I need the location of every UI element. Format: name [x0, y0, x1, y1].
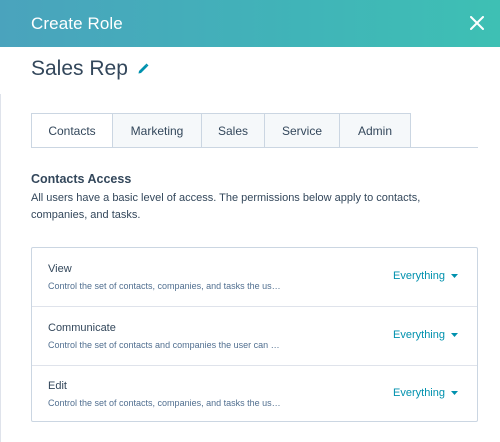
tab-label: Admin — [357, 123, 392, 138]
dropdown-value: Everything — [393, 270, 445, 282]
tabs-baseline — [31, 147, 478, 148]
permission-description: Control the set of contacts, companies, … — [48, 398, 281, 408]
edit-access-dropdown[interactable]: Everything — [393, 387, 458, 399]
role-name: Sales Rep — [31, 57, 128, 80]
view-access-dropdown[interactable]: Everything — [393, 270, 458, 282]
permission-row-edit: Edit Control the set of contacts, compan… — [32, 365, 477, 423]
tab-sales[interactable]: Sales — [202, 113, 265, 148]
tab-label: Marketing — [130, 123, 184, 138]
close-icon — [470, 16, 484, 30]
dropdown-value: Everything — [393, 329, 445, 341]
modal-title: Create Role — [31, 13, 123, 33]
permission-row-communicate: Communicate Control the set of contacts … — [32, 307, 477, 365]
pencil-icon — [138, 63, 149, 74]
tab-label: Service — [281, 123, 322, 138]
permission-name: Edit — [48, 380, 67, 392]
tab-label: Contacts — [48, 123, 96, 138]
caret-down-icon — [451, 274, 458, 278]
tab-admin[interactable]: Admin — [340, 113, 411, 148]
tab-marketing[interactable]: Marketing — [113, 113, 202, 148]
role-name-row: Sales Rep — [31, 56, 149, 82]
close-button[interactable] — [464, 10, 490, 36]
permission-name: Communicate — [48, 322, 116, 334]
modal-header: Create Role — [0, 0, 500, 47]
tab-service[interactable]: Service — [265, 113, 340, 148]
permission-name: View — [48, 263, 72, 275]
section-description: All users have a basic level of access. … — [31, 192, 421, 221]
modal-left-border — [0, 94, 1, 442]
permission-tabs: Contacts Marketing Sales Service Admin — [31, 113, 411, 148]
permission-description: Control the set of contacts, companies, … — [48, 281, 281, 291]
tab-label: Sales — [217, 123, 249, 138]
permission-description: Control the set of contacts and companie… — [48, 340, 280, 350]
caret-down-icon — [451, 391, 458, 395]
permissions-list: View Control the set of contacts, compan… — [31, 247, 478, 422]
edit-role-name-button[interactable] — [137, 63, 149, 75]
permission-row-view: View Control the set of contacts, compan… — [32, 248, 477, 306]
communicate-access-dropdown[interactable]: Everything — [393, 329, 458, 341]
caret-down-icon — [451, 333, 458, 337]
section-title: Contacts Access — [31, 172, 132, 186]
dropdown-value: Everything — [393, 387, 445, 399]
tab-contacts[interactable]: Contacts — [31, 113, 113, 148]
